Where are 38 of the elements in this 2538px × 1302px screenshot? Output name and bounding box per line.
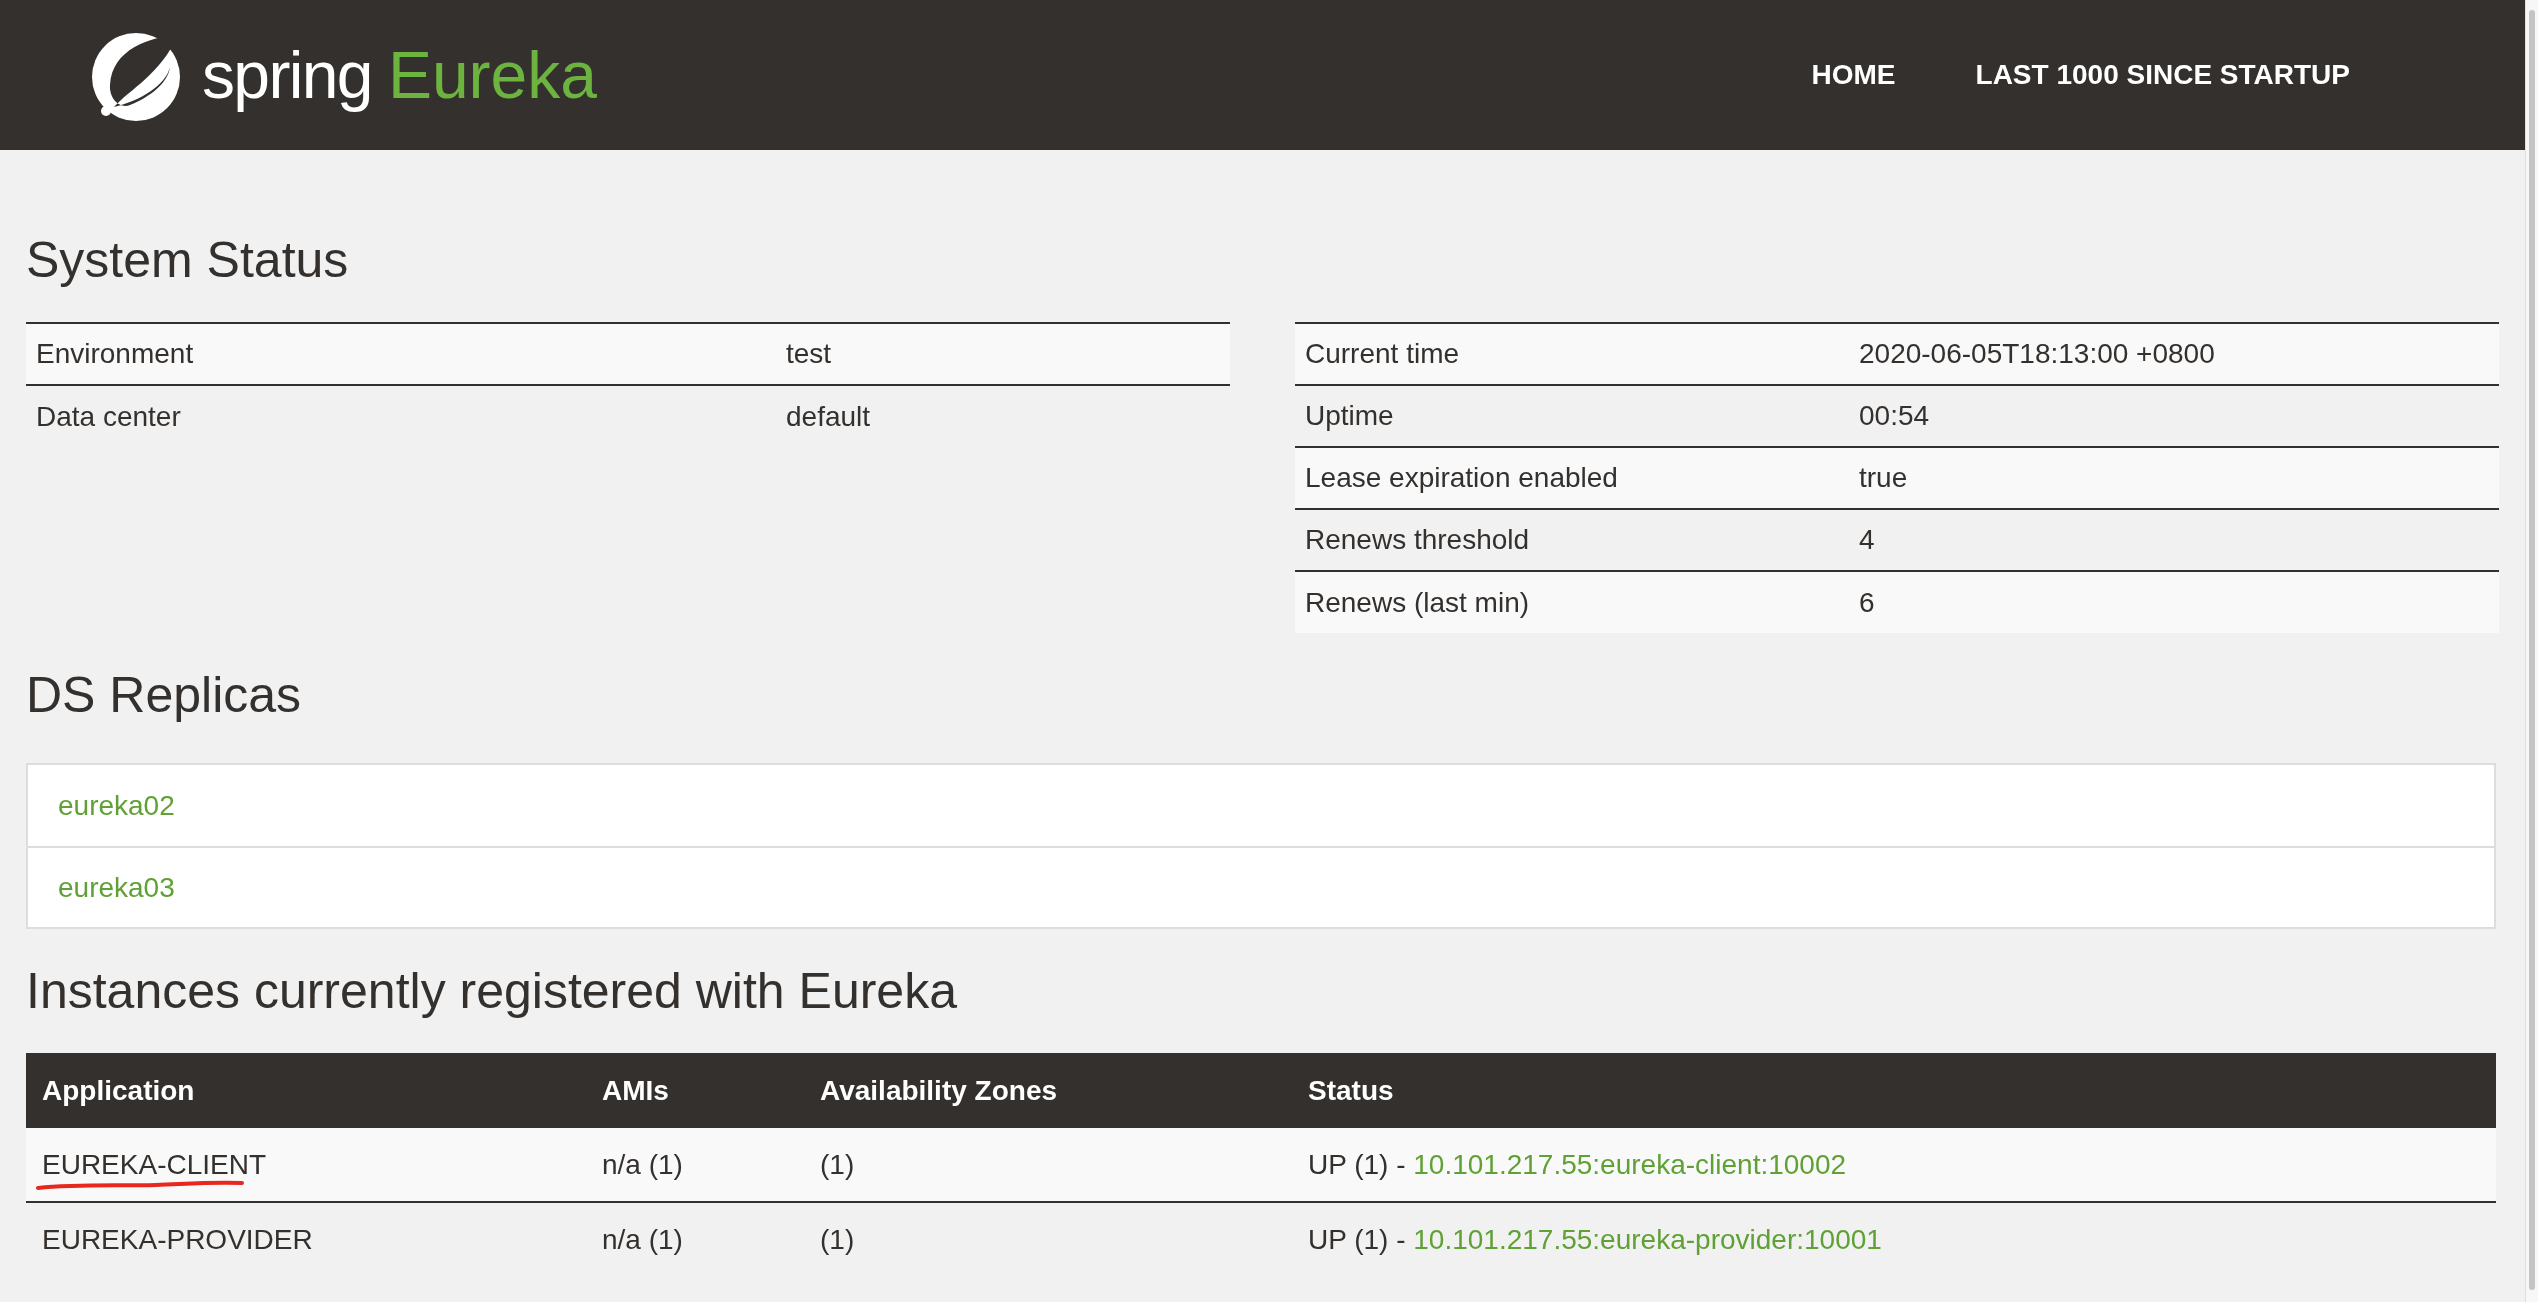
section-heading: Instances currently registered with Eureka xyxy=(26,962,958,1021)
column-header: Status xyxy=(1292,1053,2496,1128)
table-cell: default xyxy=(776,385,1230,447)
table-cell: 00:54 xyxy=(1849,385,2499,447)
nav-link[interactable]: HOME xyxy=(1811,54,1896,96)
nav-link[interactable]: LAST 1000 SINCE STARTUP xyxy=(1975,54,2350,96)
product-name: Eureka xyxy=(387,36,597,114)
brand-name: spring xyxy=(202,36,372,114)
column-header: AMIs xyxy=(586,1053,804,1128)
table-cell: 2020-06-05T18:13:00 +0800 xyxy=(1849,323,2499,385)
table-cell: (1) xyxy=(804,1202,1292,1276)
table-cell: (1) xyxy=(804,1128,1292,1202)
table-cell: Environment xyxy=(26,323,776,385)
table-cell: 6 xyxy=(1849,571,2499,633)
section-heading: System Status xyxy=(26,231,350,290)
status-text: UP (1) - xyxy=(1308,1148,1407,1180)
instance-link[interactable]: 10.101.217.55:eureka-provider:10001 xyxy=(1413,1223,1882,1255)
scrollbar-thumb[interactable] xyxy=(2529,10,2535,1290)
table-cell: Data center xyxy=(26,385,776,447)
table-cell: Lease expiration enabled xyxy=(1295,447,1849,509)
instance-link[interactable]: 10.101.217.55:eureka-client:10002 xyxy=(1413,1148,1847,1180)
column-header: Availability Zones xyxy=(804,1053,1292,1128)
replica-link[interactable]: eureka03 xyxy=(58,866,175,909)
replica-link[interactable]: eureka02 xyxy=(58,784,175,827)
table-cell: Current time xyxy=(1295,323,1849,385)
table-cell-text: EUREKA-PROVIDER xyxy=(42,1222,313,1257)
column-header: Application xyxy=(26,1053,586,1128)
table-cell: true xyxy=(1849,447,2499,509)
table-cell: n/a (1) xyxy=(586,1128,804,1202)
table-cell: n/a (1) xyxy=(586,1202,804,1276)
table-cell: 4 xyxy=(1849,509,2499,571)
table-cell: Renews threshold xyxy=(1295,509,1849,571)
table-cell: Renews (last min) xyxy=(1295,571,1849,633)
table-cell: EUREKA-CLIENT xyxy=(42,1143,267,1186)
status-text: UP (1) - xyxy=(1308,1223,1407,1255)
section-heading: DS Replicas xyxy=(26,666,303,725)
table-cell: test xyxy=(776,323,1230,385)
table-cell: Uptime xyxy=(1295,385,1849,447)
